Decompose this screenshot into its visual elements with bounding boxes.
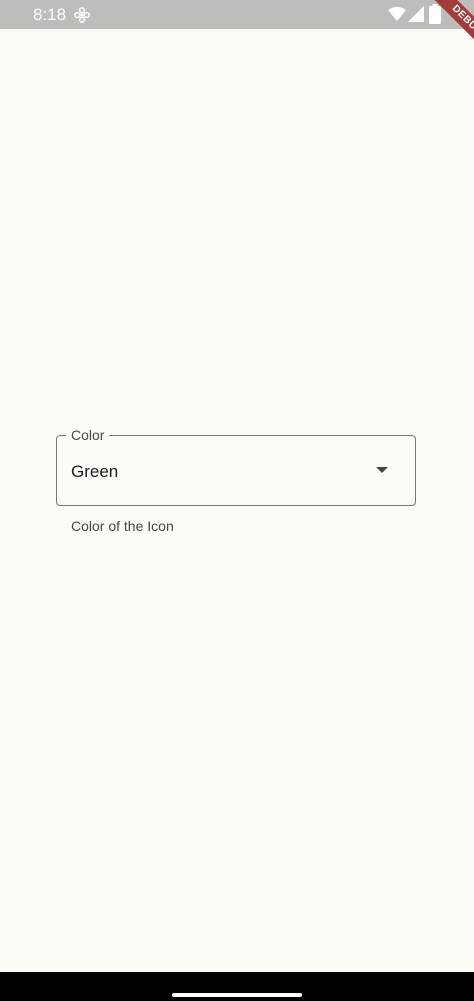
battery-icon [429,4,441,24]
color-dropdown-label: Color [66,427,110,443]
status-bar: 8:18 [0,0,474,29]
home-indicator[interactable] [172,993,302,997]
signal-icon [408,6,424,22]
pinwheel-icon [74,7,90,23]
color-dropdown[interactable]: Color Green [56,427,416,506]
arrow-drop-down-icon[interactable] [376,467,388,475]
wifi-icon [388,7,406,21]
status-time: 8:18 [33,5,67,24]
navigation-bar [0,972,474,1001]
color-dropdown-helper-text: Color of the Icon [71,518,174,534]
color-dropdown-value: Green [71,462,119,481]
